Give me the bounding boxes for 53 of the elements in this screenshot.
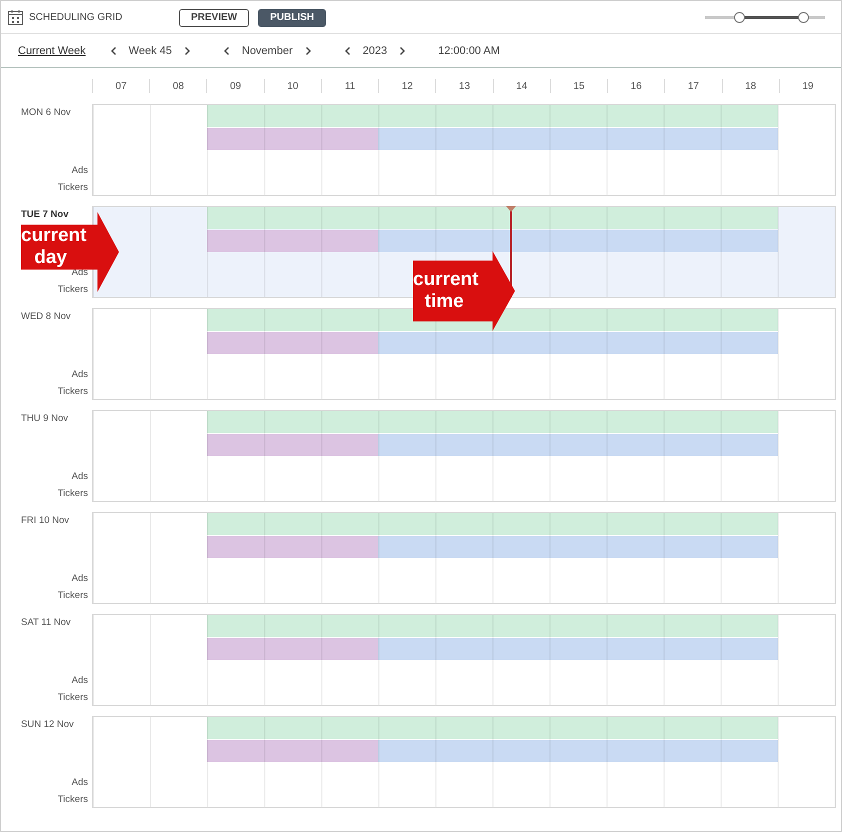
stepper-value: Week 45 bbox=[128, 44, 173, 56]
schedule-block[interactable] bbox=[492, 309, 550, 331]
hour-label: 07 bbox=[116, 80, 127, 92]
hour-label: 12 bbox=[402, 80, 413, 92]
lane-label: Tickers bbox=[58, 487, 88, 501]
lane-label: Tickers bbox=[58, 181, 88, 195]
chevron-left-icon[interactable] bbox=[344, 46, 352, 56]
chevron-left-icon[interactable] bbox=[110, 46, 118, 56]
chevron-right-icon[interactable] bbox=[182, 46, 191, 56]
schedule-block[interactable] bbox=[492, 207, 550, 229]
hour-label: 10 bbox=[287, 80, 298, 92]
toolbar-button[interactable]: PUBLISH bbox=[258, 8, 326, 27]
day-label: SAT 11 Nov bbox=[21, 617, 72, 628]
app-title: SCHEDULING GRID bbox=[29, 12, 124, 22]
hour-label: 11 bbox=[344, 80, 356, 92]
lane-label: Tickers bbox=[58, 283, 88, 297]
lane-label: Tickers bbox=[58, 691, 88, 705]
lane-label: Ads bbox=[72, 164, 88, 178]
day-label: WED 8 Nov bbox=[21, 311, 72, 322]
hour-label: 16 bbox=[630, 80, 642, 92]
current-week-link[interactable]: Current Week bbox=[18, 44, 86, 56]
hour-label: 08 bbox=[172, 80, 184, 92]
slider-thumb[interactable] bbox=[734, 12, 745, 22]
hour-label: 18 bbox=[745, 80, 756, 92]
lane-label: Ads bbox=[72, 572, 88, 586]
hour-label: 14 bbox=[516, 80, 528, 92]
lane-label: Ads bbox=[72, 368, 88, 382]
toolbar-button[interactable]: PREVIEW bbox=[179, 8, 250, 27]
hour-label: 19 bbox=[802, 80, 814, 92]
lane-label: Tickers bbox=[58, 793, 88, 807]
day-label: MON 6 Nov bbox=[21, 107, 72, 118]
hour-label: 15 bbox=[573, 80, 585, 92]
lane-label: Ads bbox=[72, 776, 88, 790]
chevron-left-icon[interactable] bbox=[222, 46, 231, 56]
day-label: SUN 12 Nov bbox=[21, 719, 75, 730]
stepper-value: 2023 bbox=[362, 44, 388, 56]
day-label: THU 9 Nov bbox=[21, 413, 69, 424]
slider-thumb[interactable] bbox=[798, 12, 810, 22]
chevron-right-icon[interactable] bbox=[304, 46, 312, 56]
day-label: FRI 10 Nov bbox=[21, 515, 70, 526]
lane-label: Ads bbox=[72, 470, 88, 484]
chevron-right-icon[interactable] bbox=[398, 46, 406, 56]
hour-label: 09 bbox=[230, 80, 242, 92]
lane-label: Ads bbox=[72, 674, 88, 688]
time-text: 12:00:00 AM bbox=[438, 44, 500, 56]
schedule-block[interactable] bbox=[492, 230, 550, 252]
lane-label: Tickers bbox=[58, 589, 88, 603]
hour-label: 17 bbox=[688, 80, 699, 92]
hour-label: 13 bbox=[458, 80, 470, 92]
stepper-value: November bbox=[240, 44, 294, 56]
day-label: TUE 7 Nov bbox=[21, 209, 70, 220]
calendar-icon bbox=[8, 10, 23, 24]
lane-label: Tickers bbox=[58, 385, 88, 399]
